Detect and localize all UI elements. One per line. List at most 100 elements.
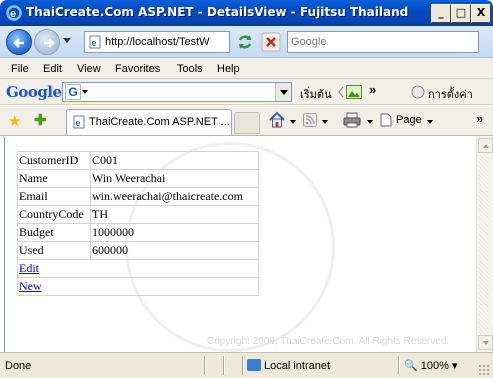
tab-label: ThaiCreate.Com ASP.NET ... — [89, 116, 230, 128]
new-tab-button[interactable] — [234, 112, 260, 134]
ie-logo-icon: e — [6, 5, 22, 21]
security-zone[interactable]: Local intranet — [247, 359, 330, 372]
google-logo: Google — [6, 83, 62, 101]
field-value: TH — [90, 205, 259, 224]
divider-arrows-icon — [338, 86, 344, 98]
status-divider — [242, 356, 244, 375]
back-button[interactable] — [6, 29, 32, 55]
page-menu-button[interactable]: Page — [396, 114, 422, 126]
zone-label: Local intranet — [264, 360, 331, 372]
status-divider — [398, 356, 400, 375]
search-input[interactable] — [291, 33, 477, 51]
page-icon: e — [89, 35, 101, 49]
favorites-star-icon[interactable]: ★ — [8, 112, 21, 130]
add-favorites-icon[interactable]: ✚ — [34, 111, 47, 129]
table-row: Edit — [17, 259, 259, 278]
zoom-control[interactable]: 🔍 100% ▾ — [404, 359, 458, 372]
home-dropdown-icon[interactable] — [290, 120, 296, 124]
zoom-icon: 🔍 — [404, 360, 418, 372]
field-label: Used — [17, 241, 91, 260]
tab-active[interactable]: e ThaiCreate.Com ASP.NET ... — [66, 109, 232, 135]
google-g-icon[interactable]: G — [65, 84, 81, 100]
window-title: ThaiCreate.Com ASP.NET - DetailsView - F… — [26, 5, 409, 19]
history-dropdown-icon[interactable] — [63, 38, 71, 43]
scroll-down-button[interactable] — [478, 335, 493, 350]
field-label: CountryCode — [17, 205, 91, 224]
google-start-button[interactable]: เริ่มต้น — [300, 85, 332, 103]
field-value: win.weerachai@thaicreate.com — [90, 187, 259, 206]
details-view-table: CustomerID C001 Name Win Weerachai Email… — [17, 151, 259, 296]
menu-favorites[interactable]: Favorites — [115, 63, 160, 75]
image-icon[interactable] — [346, 85, 362, 99]
page-content: Copyright 2009, ThaiCreate.Com. All Righ… — [4, 137, 476, 352]
svg-text:e: e — [76, 118, 81, 128]
forward-button[interactable] — [34, 29, 60, 55]
field-value: 600000 — [90, 241, 259, 260]
tab-bar: ★ ✚ e ThaiCreate.Com ASP.NET ... Page » — [0, 106, 493, 136]
stop-icon[interactable] — [260, 31, 282, 53]
resize-grip-icon[interactable] — [478, 364, 490, 376]
minimize-button[interactable]: _ — [431, 4, 451, 23]
back-arrow-icon — [13, 38, 24, 48]
field-label: CustomerID — [17, 151, 91, 170]
status-text: Done — [5, 360, 32, 372]
google-search-box[interactable]: G — [62, 82, 292, 102]
zoom-label: 100% — [420, 360, 449, 372]
home-icon[interactable] — [268, 111, 286, 129]
status-bar: Done Local intranet 🔍 100% ▾ — [0, 352, 493, 378]
field-label: Budget — [17, 223, 91, 242]
page-menu-icon — [380, 113, 392, 127]
vertical-scrollbar[interactable] — [476, 137, 493, 352]
print-dropdown-icon[interactable] — [367, 120, 373, 124]
menu-help[interactable]: Help — [217, 63, 240, 75]
new-cell: New — [17, 277, 259, 296]
menu-tools[interactable]: Tools — [177, 63, 203, 75]
google-more-button[interactable]: » — [369, 82, 376, 97]
menu-view[interactable]: View — [77, 63, 101, 75]
address-toolbar: e http://localhost/TestW — [0, 26, 493, 58]
edit-link[interactable]: Edit — [19, 261, 39, 275]
page-dropdown-icon[interactable] — [427, 120, 433, 124]
menu-bar: File Edit View Favorites Tools Help — [0, 59, 493, 79]
address-field[interactable]: e http://localhost/TestW — [84, 31, 230, 53]
google-toolbar: Google G เริ่มต้น » การตั้งค่า — [0, 79, 493, 105]
menu-file[interactable]: File — [11, 63, 29, 75]
address-text[interactable]: http://localhost/TestW — [105, 36, 229, 48]
svg-text:e: e — [92, 38, 97, 48]
intranet-icon — [247, 359, 261, 371]
edit-cell: Edit — [17, 259, 259, 278]
feeds-dropdown-icon[interactable] — [322, 120, 328, 124]
table-row: Email win.weerachai@thaicreate.com — [17, 187, 259, 206]
table-row: CustomerID C001 — [17, 151, 259, 170]
field-label: Name — [17, 169, 91, 188]
google-options-arrow-icon[interactable] — [82, 90, 88, 94]
feeds-icon[interactable] — [303, 113, 317, 127]
field-value: C001 — [90, 151, 259, 170]
field-value: Win Weerachai — [90, 169, 259, 188]
new-link[interactable]: New — [19, 279, 42, 293]
table-row: Name Win Weerachai — [17, 169, 259, 188]
field-label: Email — [17, 187, 91, 206]
title-bar: e ThaiCreate.Com ASP.NET - DetailsView -… — [0, 0, 493, 26]
page-icon: e — [73, 115, 85, 129]
field-value: 1000000 — [90, 223, 259, 242]
status-divider — [204, 356, 206, 375]
maximize-button[interactable]: □ — [451, 4, 471, 23]
menu-edit[interactable]: Edit — [43, 63, 62, 75]
table-row: New — [17, 277, 259, 296]
table-row: Used 600000 — [17, 241, 259, 260]
search-box[interactable] — [287, 31, 479, 53]
table-row: CountryCode TH — [17, 205, 259, 224]
print-icon[interactable] — [343, 112, 361, 128]
more-commands-button[interactable]: » — [476, 111, 483, 126]
google-settings-button[interactable]: การตั้งค่า — [428, 85, 473, 103]
scroll-up-button[interactable] — [478, 138, 493, 153]
settings-circle-icon — [411, 85, 425, 99]
google-search-dropdown[interactable] — [275, 83, 291, 101]
close-button[interactable]: X — [471, 4, 491, 23]
status-divider — [223, 356, 225, 375]
copyright-text: Copyright 2009, ThaiCreate.Com. All Righ… — [207, 336, 450, 347]
refresh-icon[interactable] — [234, 31, 256, 53]
forward-arrow-icon — [44, 38, 55, 48]
zoom-dropdown-icon[interactable]: ▾ — [452, 360, 458, 372]
